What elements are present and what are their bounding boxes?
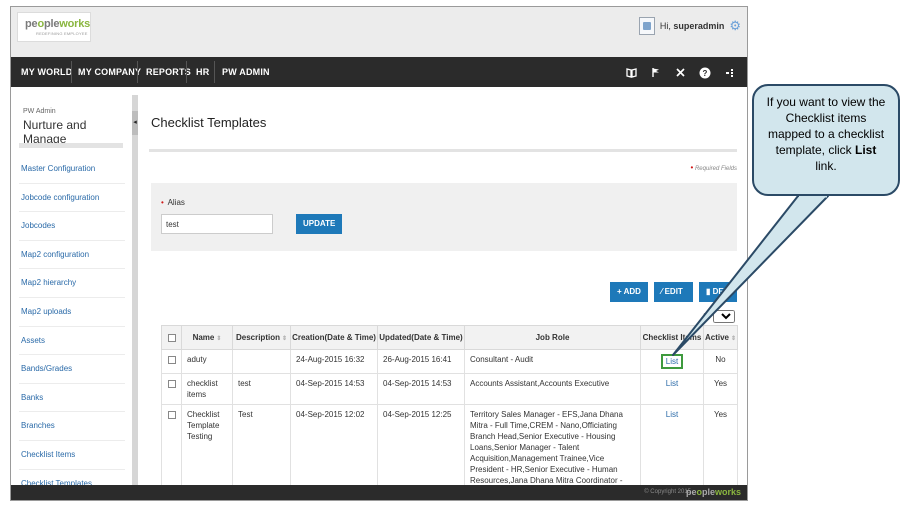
alias-label: • Alias — [161, 198, 185, 207]
trash-icon: ▮ — [706, 287, 711, 296]
cell-active: Yes — [703, 373, 738, 405]
instruction-callout: If you want to view the Checklist items … — [752, 84, 900, 196]
nav-my-company[interactable]: MY COMPANY — [78, 57, 141, 87]
column-header-updated[interactable]: Updated(Date & Time) — [377, 325, 465, 350]
user-greeting: Hi, superadmin — [659, 21, 725, 31]
sidebar-item-map2-uploads[interactable]: Map2 uploads — [19, 298, 125, 327]
sidebar-item-master-configuration[interactable]: Master Configuration — [19, 155, 125, 184]
page-size-control: S 10 — [703, 310, 735, 323]
column-header-description[interactable]: Description ⇕ — [232, 325, 291, 350]
sidebar-section-title: Nurture and Manage — [23, 118, 87, 146]
sidebar-scrollbar[interactable] — [132, 95, 138, 487]
checklist-templates-table: Name ⇕ Description ⇕ Creation(Date & Time)… — [161, 325, 738, 500]
book-icon[interactable] — [623, 57, 639, 87]
footer: © Copyright 2015 peopleworks — [11, 485, 747, 500]
list-link[interactable]: List — [660, 354, 684, 369]
main-nav: MY WORLD MY COMPANY REPORTS HR PW ADMIN … — [11, 57, 747, 87]
add-button[interactable]: + ADD — [610, 282, 648, 302]
table-row[interactable]: checklist items test 04-Sep-2015 14:53 0… — [161, 373, 738, 405]
collapse-sidebar-button[interactable]: ◂ — [132, 111, 138, 135]
sidebar-item-branches[interactable]: Branches — [19, 412, 125, 441]
sidebar-item-bands-grades[interactable]: Bands/Grades — [19, 355, 125, 384]
help-icon[interactable]: ? — [697, 57, 713, 87]
svg-text:?: ? — [703, 69, 708, 78]
cell-updated: 04-Sep-2015 14:53 — [377, 373, 465, 405]
edit-button[interactable]: ⁄ EDIT — [654, 282, 693, 302]
cell-name: aduty — [181, 349, 233, 374]
column-header-name[interactable]: Name ⇕ — [181, 325, 233, 350]
gear-icon[interactable]: ⚙ — [729, 18, 741, 34]
sidebar-item-jobcode-configuration[interactable]: Jobcode configuration — [19, 184, 125, 213]
cell-job-role: Consultant - Audit — [464, 349, 641, 374]
required-note: • Required Fields — [690, 163, 737, 172]
column-header-creation[interactable]: Creation(Date & Time) — [290, 325, 378, 350]
brand-tagline: REDEFINING EMPLOYEE — [36, 31, 88, 36]
nav-my-world[interactable]: MY WORLD — [21, 57, 72, 87]
list-link[interactable]: List — [646, 378, 698, 389]
pencil-icon: ⁄ — [661, 287, 663, 296]
main-content: Checklist Templates • Required Fields • … — [149, 87, 739, 500]
tools-icon[interactable] — [672, 57, 688, 87]
cell-job-role: Accounts Assistant,Accounts Executive — [464, 373, 641, 405]
nav-reports[interactable]: REPORTS — [146, 57, 191, 87]
plus-icon: + — [617, 287, 622, 296]
page-size-select[interactable]: 10 — [712, 310, 735, 323]
sidebar-item-assets[interactable]: Assets — [19, 327, 125, 356]
brand-logo[interactable]: peopleworks REDEFINING EMPLOYEE — [17, 12, 91, 42]
sidebar-menu: Master Configuration Jobcode configurati… — [19, 155, 125, 499]
sidebar-item-map2-hierarchy[interactable]: Map2 hierarchy — [19, 269, 125, 298]
copyright-text: © Copyright 2015 — [644, 489, 691, 495]
brand-wordmark: peopleworks — [25, 18, 91, 30]
page-title: Checklist Templates — [151, 115, 267, 130]
breadcrumb: PW Admin — [23, 108, 56, 115]
cell-description — [232, 349, 291, 374]
row-checkbox[interactable] — [161, 349, 182, 374]
sidebar-item-checklist-items[interactable]: Checklist Items — [19, 441, 125, 470]
update-button[interactable]: UPDATE — [296, 214, 343, 234]
cell-checklist-items: List — [640, 349, 704, 374]
cell-checklist-items: List — [640, 373, 704, 405]
avatar[interactable] — [638, 17, 655, 35]
divider — [19, 143, 123, 148]
user-menu[interactable]: Hi, superadmin ⚙ — [638, 17, 741, 35]
alias-input[interactable] — [161, 214, 273, 234]
sidebar-item-banks[interactable]: Banks — [19, 384, 125, 413]
delete-button[interactable]: ▮ DELE — [699, 282, 737, 302]
list-link[interactable]: List — [646, 409, 698, 420]
nav-hr[interactable]: HR — [196, 57, 209, 87]
sidebar-item-map2-configuration[interactable]: Map2 configuration — [19, 241, 125, 270]
table-header-row: Name ⇕ Description ⇕ Creation(Date & Time)… — [161, 325, 738, 350]
column-header-job-role: Job Role — [464, 325, 641, 350]
cell-created: 04-Sep-2015 14:53 — [290, 373, 378, 405]
app-window: peopleworks REDEFINING EMPLOYEE Hi, supe… — [10, 6, 748, 501]
footer-logo: peopleworks — [685, 487, 741, 497]
alias-form: • Alias UPDATE — [151, 183, 737, 251]
cell-description: test — [232, 373, 291, 405]
sidebar-item-jobcodes[interactable]: Jobcodes — [19, 212, 125, 241]
table-row[interactable]: aduty 24-Aug-2015 16:32 26-Aug-2015 16:4… — [161, 349, 738, 374]
cell-updated: 26-Aug-2015 16:41 — [377, 349, 465, 374]
column-header-active[interactable]: Active ⇕ — [703, 325, 738, 350]
menu-dots-icon[interactable] — [723, 57, 739, 87]
sidebar: PW Admin Nurture and Manage Master Confi… — [11, 87, 133, 499]
column-header-checklist-items: Checklist Items — [640, 325, 704, 350]
row-checkbox[interactable] — [161, 373, 182, 405]
select-all-checkbox[interactable] — [161, 325, 182, 350]
divider — [149, 149, 737, 152]
flag-icon[interactable] — [647, 57, 663, 87]
nav-pw-admin[interactable]: PW ADMIN — [222, 57, 270, 87]
cell-name: checklist items — [181, 373, 233, 405]
top-header: peopleworks REDEFINING EMPLOYEE Hi, supe… — [11, 7, 747, 57]
cell-created: 24-Aug-2015 16:32 — [290, 349, 378, 374]
cell-active: No — [703, 349, 738, 374]
